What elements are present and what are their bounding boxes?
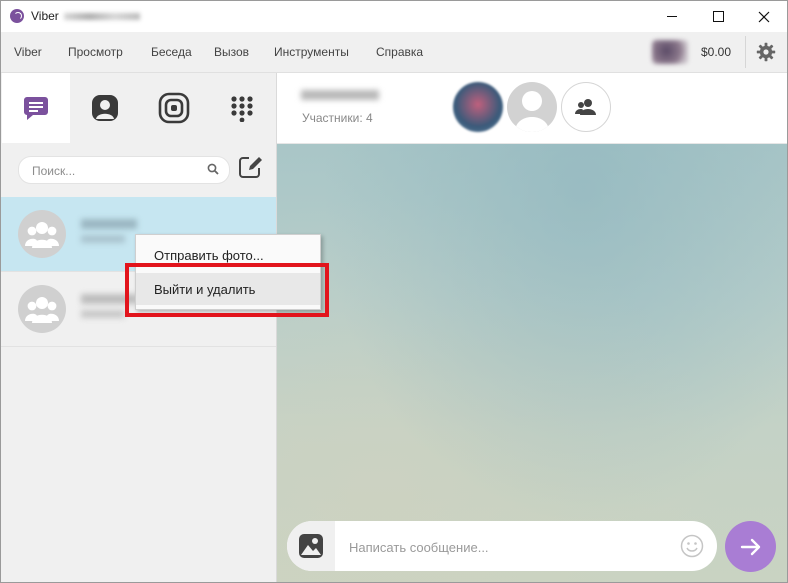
tab-chats[interactable]	[2, 73, 70, 143]
search-input[interactable]	[30, 161, 199, 181]
group-icon	[575, 99, 596, 115]
search-icon[interactable]	[207, 163, 219, 175]
message-input[interactable]	[347, 536, 671, 558]
minimize-button[interactable]	[649, 1, 695, 32]
person-icon	[515, 91, 549, 132]
chats-icon	[24, 97, 48, 120]
contacts-icon	[92, 95, 118, 121]
group-icon	[25, 297, 59, 323]
send-button[interactable]	[725, 521, 776, 572]
menu-conversation[interactable]: Беседа	[151, 45, 192, 59]
window-title: Viber	[31, 9, 59, 23]
balance-label[interactable]: $0.00	[701, 45, 731, 59]
participant-avatar[interactable]	[453, 82, 503, 132]
left-panel	[1, 73, 277, 582]
close-button[interactable]	[741, 1, 787, 32]
menu-view[interactable]: Просмотр	[68, 45, 123, 59]
menu-bar: Viber Просмотр Беседа Вызов Инструменты …	[1, 32, 787, 73]
send-photo-button[interactable]	[287, 521, 335, 571]
participants-button[interactable]	[561, 82, 611, 132]
menu-call[interactable]: Вызов	[214, 45, 249, 59]
menu-tools[interactable]: Инструменты	[274, 45, 349, 59]
tab-dialpad[interactable]	[208, 73, 276, 143]
chat-avatar	[18, 210, 66, 258]
send-arrow-icon	[740, 538, 760, 555]
tab-stories[interactable]	[140, 73, 208, 143]
menu-item-leave-and-delete[interactable]: Выйти и удалить	[136, 273, 320, 305]
chat-preview-blurred	[81, 310, 125, 318]
title-bar: Viber	[1, 1, 787, 32]
user-avatar[interactable]	[652, 40, 688, 64]
dialpad-icon	[231, 96, 253, 122]
minimize-icon	[667, 16, 677, 17]
chat-preview-blurred	[81, 235, 125, 243]
chat-background	[277, 144, 787, 582]
gear-icon[interactable]	[756, 42, 776, 62]
menu-help[interactable]: Справка	[376, 45, 423, 59]
maximize-button[interactable]	[695, 1, 741, 32]
search-row	[1, 143, 276, 197]
maximize-icon	[712, 11, 724, 22]
chat-title-blurred	[301, 90, 379, 100]
emoji-icon[interactable]	[680, 534, 704, 558]
group-icon	[25, 222, 59, 248]
viber-window: Viber Viber Просмотр Беседа Вызов Инстру…	[0, 0, 788, 583]
context-menu: Отправить фото... Выйти и удалить	[135, 234, 321, 310]
menu-divider	[745, 36, 746, 68]
title-account-blur	[64, 13, 140, 20]
menu-viber[interactable]: Viber	[14, 45, 42, 59]
menu-item-send-photo[interactable]: Отправить фото...	[136, 239, 320, 271]
message-composer	[287, 521, 717, 571]
viber-logo-icon	[10, 9, 24, 23]
tab-contacts[interactable]	[71, 73, 139, 143]
compose-icon[interactable]	[237, 154, 263, 180]
stories-icon	[158, 92, 190, 124]
chat-avatar	[18, 285, 66, 333]
close-icon	[758, 11, 770, 22]
chat-name-blurred	[81, 219, 137, 229]
nav-tabs	[1, 73, 276, 143]
photo-icon	[299, 534, 323, 558]
chat-name-blurred	[81, 294, 137, 304]
participants-count[interactable]: Участники: 4	[302, 111, 373, 125]
chat-header: Участники: 4	[277, 73, 787, 144]
participant-avatar-placeholder[interactable]	[507, 82, 557, 132]
search-box[interactable]	[18, 156, 230, 184]
